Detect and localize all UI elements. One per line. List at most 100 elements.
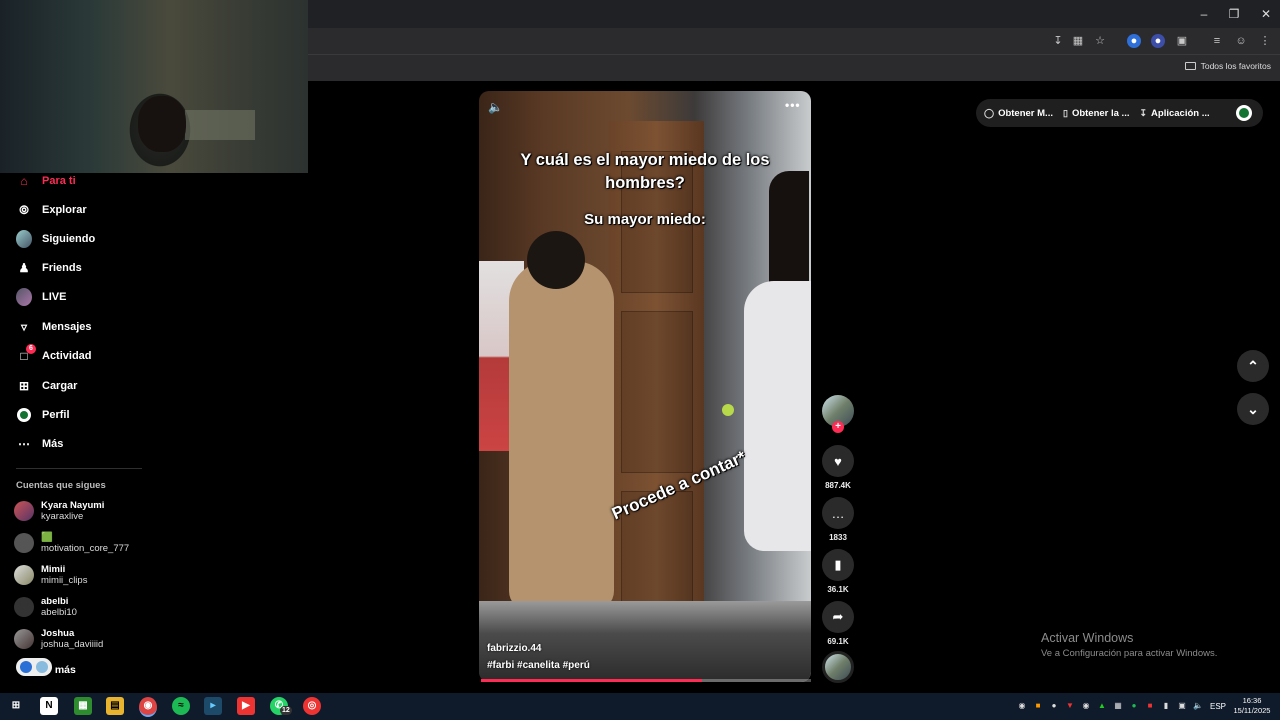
network-icon[interactable]: ▣ [1177, 701, 1187, 711]
file-explorer-icon[interactable]: ▤ [106, 697, 124, 715]
avatar [14, 533, 34, 553]
whatsapp-icon[interactable]: ✆ 12 [270, 697, 292, 715]
nav-cargar[interactable]: ⊞ Cargar [16, 376, 78, 396]
following-account[interactable]: Kyara Nayumi kyaraxlive [14, 500, 104, 522]
minimize-icon[interactable]: – [1196, 6, 1212, 22]
minecraft-icon[interactable]: ▦ [74, 697, 92, 715]
tray-icon[interactable]: ▼ [1065, 701, 1075, 711]
nav-actividad[interactable]: □ 6 Actividad [16, 344, 92, 366]
coin-icon: ◯ [984, 107, 995, 118]
friends-icon: ♟ [18, 261, 30, 275]
webcam-overlay [0, 0, 308, 173]
account-handle: motivation_core_777 [41, 543, 130, 554]
more-options-icon[interactable]: ••• [785, 98, 801, 112]
restore-icon[interactable]: ❐ [1226, 6, 1242, 22]
video-hashtags[interactable]: #farbi #canelita #perú [487, 660, 590, 671]
chevron-down-icon: ⌄ [1247, 401, 1259, 417]
activate-windows-title: Activar Windows [1041, 631, 1134, 645]
spotify-icon[interactable]: ≈ [172, 697, 190, 715]
get-coins-button[interactable]: ◯ Obtener M... [984, 108, 1053, 119]
nav-live[interactable]: LIVE [16, 287, 66, 307]
nav-label: Perfil [42, 409, 70, 421]
system-clock[interactable]: 16:36 15/11/2025 [1230, 696, 1274, 716]
app-icon[interactable]: ▸ [204, 697, 222, 715]
install-icon[interactable]: ↧ [1051, 34, 1065, 48]
notion-icon[interactable]: N [40, 697, 58, 715]
volume-tray-icon[interactable]: 🔈 [1193, 701, 1203, 711]
account-name: Kyara Nayumi [41, 500, 105, 511]
nav-label: Friends [42, 262, 82, 274]
music-disc[interactable] [822, 651, 854, 683]
following-account[interactable]: Mimii mimii_clips [14, 564, 87, 586]
nav-mensajes[interactable]: ▿ Mensajes [16, 317, 92, 337]
follow-plus-icon[interactable]: + [832, 421, 844, 433]
save-button[interactable]: ▮ [822, 549, 854, 581]
video-editor-icon[interactable]: ▶ [237, 697, 255, 715]
tray-icon[interactable]: ● [1049, 701, 1059, 711]
share-button[interactable]: ➦ [822, 601, 854, 633]
nav-perfil[interactable]: Perfil [16, 405, 70, 425]
following-account[interactable]: Joshua joshua_daviiiid [14, 628, 103, 650]
translate-icon[interactable]: ▦ [1071, 34, 1085, 48]
comment-count: 1833 [829, 533, 847, 542]
tray-icon[interactable]: ■ [1145, 701, 1155, 711]
volume-icon[interactable]: 🔈 [488, 100, 503, 114]
language-indicator[interactable]: ESP [1210, 702, 1226, 711]
top-action-bar: ◯ Obtener M... ▯ Obtener la ... ↧ Aplicació… [976, 99, 1263, 127]
all-bookmarks-folder[interactable]: Todos los favoritos [1184, 61, 1271, 71]
nav-label: LIVE [42, 291, 67, 303]
video-player[interactable]: Y cuál es el mayor miedo de los hombres?… [479, 91, 811, 682]
pill-label: Aplicación ... [1151, 107, 1210, 119]
comment-button[interactable]: … [822, 497, 854, 529]
obs-icon[interactable]: ◎ [303, 697, 321, 715]
tray-icon[interactable]: ▦ [1113, 701, 1123, 711]
nav-para-ti[interactable]: ⌂ Para ti [16, 171, 75, 191]
all-bookmarks-label: Todos los favoritos [1200, 61, 1271, 71]
upload-icon: ⊞ [18, 379, 30, 393]
tray-icon[interactable]: ◉ [1081, 701, 1091, 711]
account-handle: abelbi10 [41, 607, 77, 618]
activate-windows-subtitle: Ve a Configuración para activar Windows. [1041, 648, 1218, 659]
tab-search-icon[interactable]: ≡ [1210, 34, 1224, 48]
video-caption-answer: Su mayor miedo: [584, 211, 706, 228]
nav-explorar[interactable]: ⦾ Explorar [16, 200, 86, 220]
avatar [14, 565, 34, 585]
extension-icon[interactable]: ● [1151, 34, 1165, 48]
menu-icon[interactable]: ⋮ [1258, 34, 1272, 48]
previous-video-button[interactable]: ⌃ [1237, 350, 1269, 382]
next-video-button[interactable]: ⌄ [1237, 393, 1269, 425]
tray-icon[interactable]: ◉ [1017, 701, 1027, 711]
activity-badge: 6 [26, 344, 36, 354]
microphone-icon[interactable]: ▮ [1161, 701, 1171, 711]
home-icon: ⌂ [20, 174, 28, 188]
tray-icon[interactable]: ▲ [1097, 701, 1107, 711]
puzzle-icon[interactable]: ▣ [1175, 34, 1189, 48]
account-name: abelbi [41, 596, 69, 607]
close-icon[interactable]: ✕ [1258, 6, 1274, 22]
get-app-button[interactable]: ▯ Obtener la ... [1063, 108, 1130, 119]
video-author[interactable]: fabrizzio.44 [487, 643, 541, 654]
chrome-icon[interactable]: ◉ [139, 697, 157, 717]
following-account[interactable]: abelbi abelbi10 [14, 596, 77, 618]
nav-friends[interactable]: ♟ Friends [16, 258, 82, 278]
following-account[interactable]: 🟩 motivation_core_777 [14, 532, 129, 554]
tray-icon[interactable]: ■ [1033, 701, 1043, 711]
send-icon: ▿ [20, 320, 28, 334]
nav-mas[interactable]: ⋯ Más [16, 434, 63, 454]
account-handle: kyaraxlive [41, 511, 84, 522]
spotify-tray-icon[interactable]: ● [1129, 701, 1139, 711]
windows-start-icon[interactable]: ⊞ [7, 697, 25, 715]
live-icon [16, 288, 32, 306]
like-button[interactable]: ♥ [822, 445, 854, 477]
video-progress-bar[interactable] [481, 679, 811, 682]
extension-bubble[interactable] [16, 658, 52, 676]
bookmark-star-icon[interactable]: ☆ [1093, 34, 1107, 48]
profile-icon[interactable] [1236, 105, 1252, 121]
nav-label: Mensajes [42, 321, 92, 333]
nav-siguiendo[interactable]: Siguiendo [16, 229, 95, 249]
extension-icon[interactable]: ● [1127, 34, 1141, 48]
desktop-app-button[interactable]: ↧ Aplicación ... [1139, 108, 1209, 119]
account-icon[interactable]: ☺ [1234, 34, 1248, 48]
compass-icon: ⦾ [19, 202, 29, 217]
nav-label: Más [42, 438, 64, 450]
